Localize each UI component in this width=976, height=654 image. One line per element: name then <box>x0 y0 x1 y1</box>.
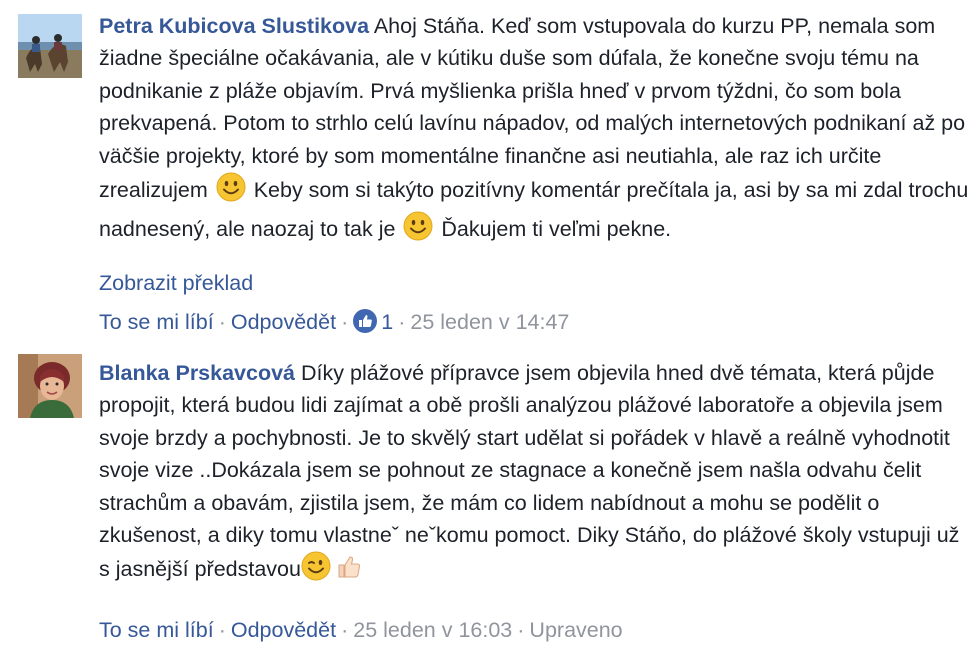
comment-author[interactable]: Blanka Prskavcová <box>99 361 295 385</box>
separator-dot: · <box>341 310 349 334</box>
like-badge-icon[interactable] <box>353 309 378 339</box>
comment-actions: To se mi líbí · Odpovědět · 25 leden v 16:03… <box>99 618 623 643</box>
comment-timestamp[interactable]: 25 leden v 16:03 <box>353 618 512 642</box>
comment-actions: To se mi líbí · Odpovědět · 1 · 25 leden v 14… <box>99 309 569 339</box>
reply-link[interactable]: Odpovědět <box>231 618 336 642</box>
like-count[interactable]: 1 <box>381 310 393 334</box>
avatar-beach-horses-icon <box>18 14 82 78</box>
avatar[interactable] <box>18 14 82 78</box>
edited-label[interactable]: Upraveno <box>529 618 622 642</box>
wink-emoji-icon <box>301 551 331 590</box>
separator-dot: · <box>517 618 525 642</box>
smile-emoji-icon <box>403 211 433 250</box>
separator-dot: · <box>398 310 406 334</box>
separator-dot: · <box>341 618 349 642</box>
like-link[interactable]: To se mi líbí <box>99 618 214 642</box>
comment-timestamp[interactable]: 25 leden v 14:47 <box>410 310 569 334</box>
separator-dot: · <box>218 618 226 642</box>
like-link[interactable]: To se mi líbí <box>99 310 214 334</box>
comment-body: Petra Kubicova Slustikova Ahoj Stáňa. Ke… <box>99 10 971 251</box>
comment-text: Díky plážové přípravce jsem objevila hne… <box>99 361 960 582</box>
smile-emoji-icon <box>216 172 246 211</box>
comment-body: Blanka Prskavcová Díky plážové přípravce… <box>99 357 971 591</box>
avatar-woman-icon <box>18 354 82 418</box>
comment-text: Ďakujem ti veľmi pekne. <box>441 217 672 242</box>
see-translation-link[interactable]: Zobrazit překlad <box>99 271 253 296</box>
avatar[interactable] <box>18 354 82 418</box>
separator-dot: · <box>218 310 226 334</box>
comment-author[interactable]: Petra Kubicova Slustikova <box>99 14 369 38</box>
thumbs-up-emoji-icon <box>333 551 363 590</box>
reply-link[interactable]: Odpovědět <box>231 310 336 334</box>
